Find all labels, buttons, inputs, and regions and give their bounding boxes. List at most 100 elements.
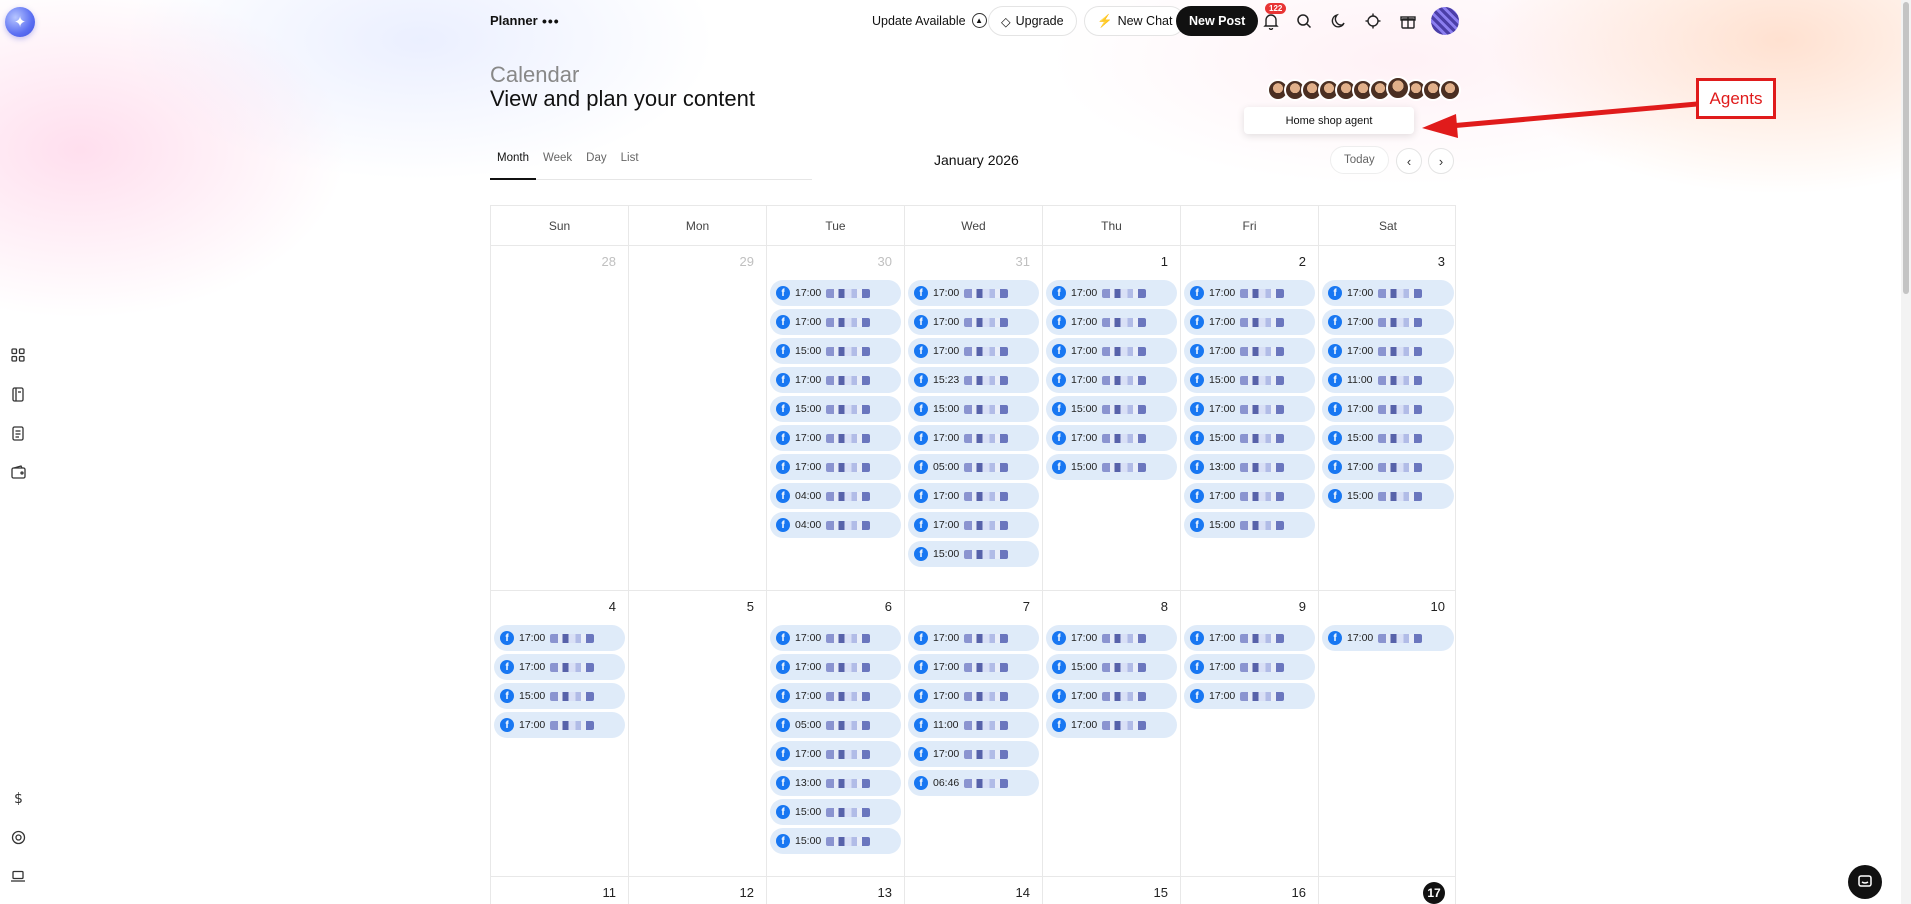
scheduled-post-event[interactable]: f 04:00	[770, 483, 901, 509]
scheduled-post-event[interactable]: f 17:00	[908, 483, 1039, 509]
chat-support-button[interactable]	[1848, 865, 1882, 899]
calendar-day-cell[interactable]: 31 f 17:00 f 17:00 f 17:00 f 15:23 f 15:00 f 17:00 f 0…	[905, 246, 1043, 590]
scheduled-post-event[interactable]: f 17:00	[770, 625, 901, 651]
calendar-day-cell[interactable]: 10 f 17:00	[1319, 591, 1457, 876]
calendar-day-cell[interactable]: 28	[491, 246, 629, 590]
scheduled-post-event[interactable]: f 17:00	[1184, 396, 1315, 422]
scheduled-post-event[interactable]: f 15:00	[770, 396, 901, 422]
scheduled-post-event[interactable]: f 04:00	[770, 512, 901, 538]
scheduled-post-event[interactable]: f 17:00	[1322, 454, 1454, 480]
scheduled-post-event[interactable]: f 15:00	[1322, 425, 1454, 451]
scheduled-post-event[interactable]: f 17:00	[1322, 625, 1454, 651]
scheduled-post-event[interactable]: f 17:00	[770, 367, 901, 393]
notebook-icon[interactable]	[9, 385, 27, 403]
tab-month[interactable]: Month	[490, 148, 536, 180]
calendar-day-cell[interactable]: 6 f 17:00 f 17:00 f 17:00 f 05:00 f 17:00 f 13:00 f 15…	[767, 591, 905, 876]
calendar-day-cell[interactable]: 14	[905, 877, 1043, 904]
apps-grid-icon[interactable]	[9, 346, 27, 364]
scheduled-post-event[interactable]: f 15:00	[770, 799, 901, 825]
scheduled-post-event[interactable]: f 05:00	[908, 454, 1039, 480]
calendar-day-cell[interactable]: 8 f 17:00 f 15:00 f 17:00 f 17:00	[1043, 591, 1181, 876]
scheduled-post-event[interactable]: f 17:00	[908, 683, 1039, 709]
today-button[interactable]: Today	[1330, 146, 1389, 174]
calendar-day-cell[interactable]: 4 f 17:00 f 17:00 f 15:00 f 17:00	[491, 591, 629, 876]
scheduled-post-event[interactable]: f 17:00	[1184, 625, 1315, 651]
scheduled-post-event[interactable]: f 17:00	[908, 625, 1039, 651]
scheduled-post-event[interactable]: f 17:00	[770, 683, 901, 709]
tab-week[interactable]: Week	[536, 148, 579, 180]
calendar-day-cell[interactable]: 7 f 17:00 f 17:00 f 17:00 f 11:00 f 17:00 f 06:46	[905, 591, 1043, 876]
tab-list[interactable]: List	[614, 148, 646, 180]
scheduled-post-event[interactable]: f 17:00	[1046, 367, 1177, 393]
calendar-day-cell[interactable]: 11	[491, 877, 629, 904]
crosshair-icon[interactable]	[1362, 10, 1384, 32]
scheduled-post-event[interactable]: f 17:00	[1322, 396, 1454, 422]
scheduled-post-event[interactable]: f 17:00	[770, 309, 901, 335]
more-options-icon[interactable]: •••	[542, 13, 560, 29]
scheduled-post-event[interactable]: f 17:00	[1184, 683, 1315, 709]
scheduled-post-event[interactable]: f 15:00	[770, 338, 901, 364]
scheduled-post-event[interactable]: f 17:00	[1184, 280, 1315, 306]
scheduled-post-event[interactable]: f 17:00	[494, 712, 625, 738]
calendar-day-cell[interactable]: 3 f 17:00 f 17:00 f 17:00 f 11:00 f 17:00 f 15:00 f 17…	[1319, 246, 1457, 590]
scheduled-post-event[interactable]: f 17:00	[908, 741, 1039, 767]
scheduled-post-event[interactable]: f 17:00	[1322, 309, 1454, 335]
dark-mode-moon-icon[interactable]	[1328, 10, 1350, 32]
agent-avatar-hovered[interactable]	[1386, 76, 1410, 100]
scheduled-post-event[interactable]: f 17:00	[1046, 309, 1177, 335]
scheduled-post-event[interactable]: f 17:00	[1184, 338, 1315, 364]
scheduled-post-event[interactable]: f 17:00	[770, 454, 901, 480]
scheduled-post-event[interactable]: f 17:00	[1046, 425, 1177, 451]
scheduled-post-event[interactable]: f 17:00	[1046, 683, 1177, 709]
new-post-button[interactable]: New Post	[1176, 6, 1259, 36]
scheduled-post-event[interactable]: f 17:00	[494, 625, 625, 651]
scheduled-post-event[interactable]: f 06:46	[908, 770, 1039, 796]
scheduled-post-event[interactable]: f 15:00	[1322, 483, 1454, 509]
scheduled-post-event[interactable]: f 17:00	[770, 654, 901, 680]
previous-month-chevron-left-icon[interactable]: ‹	[1396, 148, 1422, 174]
scheduled-post-event[interactable]: f 15:00	[1046, 396, 1177, 422]
scheduled-post-event[interactable]: f 15:00	[1184, 512, 1315, 538]
scheduled-post-event[interactable]: f 17:00	[908, 654, 1039, 680]
scheduled-post-event[interactable]: f 05:00	[770, 712, 901, 738]
search-icon[interactable]	[1293, 10, 1315, 32]
scheduled-post-event[interactable]: f 17:00	[494, 654, 625, 680]
scheduled-post-event[interactable]: f 15:23	[908, 367, 1039, 393]
scheduled-post-event[interactable]: f 15:00	[1046, 454, 1177, 480]
calendar-day-cell[interactable]: 17	[1319, 877, 1457, 904]
scheduled-post-event[interactable]: f 17:00	[908, 512, 1039, 538]
calendar-day-cell[interactable]: 29	[629, 246, 767, 590]
calendar-day-cell[interactable]: 5	[629, 591, 767, 876]
scheduled-post-event[interactable]: f 11:00	[908, 712, 1039, 738]
calendar-day-cell[interactable]: 12	[629, 877, 767, 904]
scheduled-post-event[interactable]: f 13:00	[770, 770, 901, 796]
calendar-day-cell[interactable]: 9 f 17:00 f 17:00 f 17:00	[1181, 591, 1319, 876]
scheduled-post-event[interactable]: f 15:00	[494, 683, 625, 709]
scheduled-post-event[interactable]: f 17:00	[1046, 280, 1177, 306]
support-lifebuoy-icon[interactable]	[9, 828, 27, 846]
scheduled-post-event[interactable]: f 15:00	[770, 828, 901, 854]
scheduled-post-event[interactable]: f 17:00	[1184, 483, 1315, 509]
update-available-button[interactable]: Update Available ▲	[872, 13, 987, 28]
scheduled-post-event[interactable]: f 17:00	[770, 280, 901, 306]
scheduled-post-event[interactable]: f 17:00	[908, 338, 1039, 364]
gift-icon[interactable]	[1397, 10, 1419, 32]
upgrade-button[interactable]: ◇ Upgrade	[988, 6, 1077, 36]
scheduled-post-event[interactable]: f 15:00	[908, 396, 1039, 422]
new-chat-button[interactable]: ⚡ New Chat	[1084, 6, 1186, 36]
dollar-icon[interactable]: $	[9, 789, 27, 807]
scheduled-post-event[interactable]: f 17:00	[1046, 712, 1177, 738]
calendar-day-cell[interactable]: 2 f 17:00 f 17:00 f 17:00 f 15:00 f 17:00 f 15:00 f 13…	[1181, 246, 1319, 590]
scheduled-post-event[interactable]: f 17:00	[1184, 309, 1315, 335]
wallet-icon[interactable]	[9, 463, 27, 481]
calendar-day-cell[interactable]: 15	[1043, 877, 1181, 904]
scheduled-post-event[interactable]: f 17:00	[770, 425, 901, 451]
calendar-day-cell[interactable]: 1 f 17:00 f 17:00 f 17:00 f 17:00 f 15:00 f 17:00 f 15…	[1043, 246, 1181, 590]
scheduled-post-event[interactable]: f 17:00	[908, 309, 1039, 335]
scheduled-post-event[interactable]: f 11:00	[1322, 367, 1454, 393]
scheduled-post-event[interactable]: f 17:00	[770, 741, 901, 767]
scheduled-post-event[interactable]: f 15:00	[908, 541, 1039, 567]
scheduled-post-event[interactable]: f 15:00	[1184, 367, 1315, 393]
user-avatar[interactable]	[1431, 7, 1459, 35]
calendar-day-cell[interactable]: 30 f 17:00 f 17:00 f 15:00 f 17:00 f 15:00 f 17:00 f 1…	[767, 246, 905, 590]
